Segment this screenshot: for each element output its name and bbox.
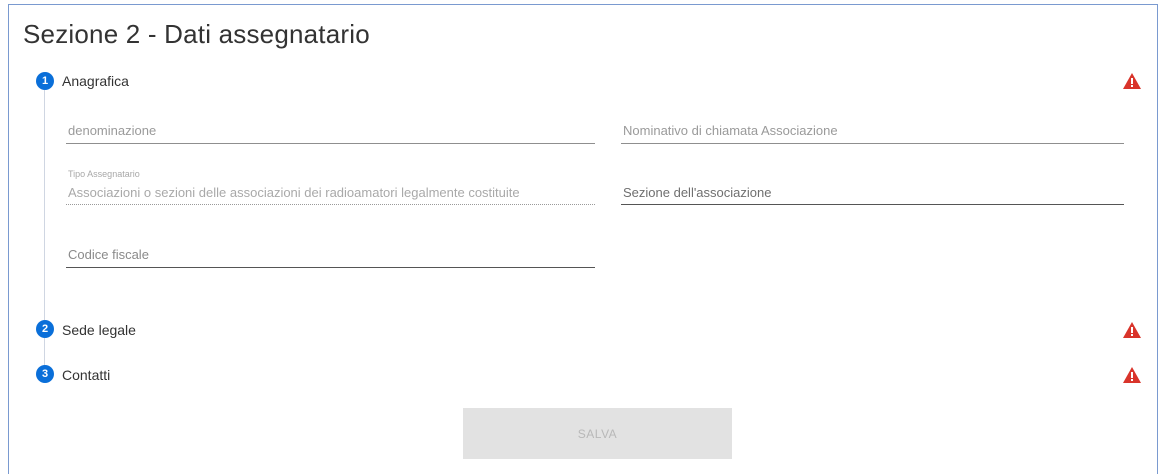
warning-icon <box>1123 367 1141 383</box>
codice-fiscale-underline[interactable] <box>66 267 595 268</box>
tipo-assegnatario-label: Tipo Assegnatario <box>68 169 140 179</box>
section-panel: Sezione 2 - Dati assegnatario 1 Anagrafi… <box>8 4 1158 474</box>
step-label-sede-legale[interactable]: Sede legale <box>62 322 136 338</box>
step-label-anagrafica[interactable]: Anagrafica <box>62 73 129 89</box>
nominativo-underline[interactable] <box>621 143 1124 144</box>
tipo-assegnatario-underline <box>66 204 595 205</box>
step-number-1[interactable]: 1 <box>36 72 54 90</box>
section-title: Sezione 2 - Dati assegnatario <box>23 19 370 49</box>
warning-icon <box>1123 73 1141 89</box>
sezione-associazione-underline[interactable] <box>621 204 1124 205</box>
step-number-2[interactable]: 2 <box>36 320 54 338</box>
step-number-3[interactable]: 3 <box>36 365 54 383</box>
denominazione-field[interactable]: denominazione <box>68 123 156 138</box>
denominazione-underline[interactable] <box>66 143 595 144</box>
codice-fiscale-field[interactable]: Codice fiscale <box>68 247 149 262</box>
warning-icon <box>1123 322 1141 338</box>
step-label-contatti[interactable]: Contatti <box>62 367 110 383</box>
sezione-associazione-field[interactable]: Sezione dell'associazione <box>623 185 771 200</box>
save-button[interactable]: SALVA <box>463 408 732 459</box>
nominativo-field[interactable]: Nominativo di chiamata Associazione <box>623 123 838 138</box>
tipo-assegnatario-field: Associazioni o sezioni delle associazion… <box>68 185 520 200</box>
